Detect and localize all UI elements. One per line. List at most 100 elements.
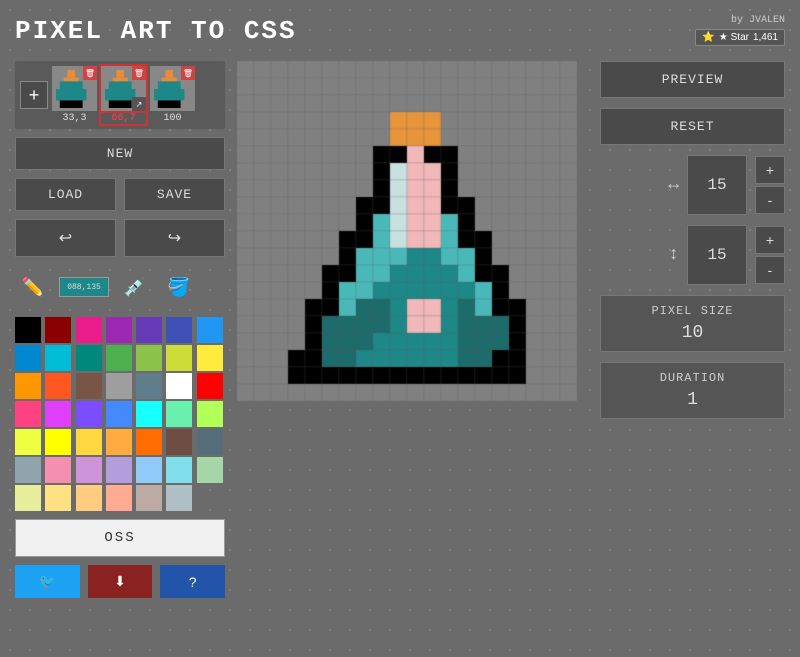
add-frame-button[interactable]: + xyxy=(20,81,48,109)
undo-button[interactable]: ↩ xyxy=(15,219,116,257)
frame-thumb-3: 🗑 xyxy=(150,66,195,111)
color-swatch[interactable] xyxy=(166,373,192,399)
frame-item-1[interactable]: 🗑 33,3 xyxy=(52,66,97,124)
new-button[interactable]: NEW xyxy=(15,137,225,170)
oss-button[interactable]: OSS xyxy=(15,519,225,557)
color-swatch[interactable] xyxy=(136,429,162,455)
frame-delete-3[interactable]: 🗑 xyxy=(181,66,195,80)
color-swatch[interactable] xyxy=(197,373,223,399)
content-area: + 🗑 33,3 xyxy=(15,61,785,598)
reset-button[interactable]: RESET xyxy=(600,108,785,145)
color-swatch[interactable] xyxy=(15,317,41,343)
color-swatch[interactable] xyxy=(15,457,41,483)
color-swatch[interactable] xyxy=(45,401,71,427)
color-swatch[interactable] xyxy=(136,457,162,483)
color-swatch[interactable] xyxy=(15,429,41,455)
color-swatch[interactable] xyxy=(136,317,162,343)
color-swatch[interactable] xyxy=(15,485,41,511)
frame-thumb-1: 🗑 xyxy=(52,66,97,111)
color-swatch[interactable] xyxy=(76,373,102,399)
width-buttons: + - xyxy=(755,156,785,214)
frame-thumb-2: 🗑 ↗ xyxy=(101,66,146,111)
color-swatch[interactable] xyxy=(166,457,192,483)
frame-delete-2[interactable]: 🗑 xyxy=(132,66,146,80)
author-text: by JVALEN xyxy=(731,15,785,26)
width-inc-button[interactable]: + xyxy=(755,156,785,184)
color-swatch[interactable] xyxy=(15,345,41,371)
star-label: ★ Star xyxy=(719,32,749,43)
color-swatch[interactable] xyxy=(197,401,223,427)
color-value: 088,135 xyxy=(67,283,101,292)
eyedropper-tool[interactable]: 💉 xyxy=(117,269,153,305)
color-palette xyxy=(15,317,225,511)
pixel-size-label: Pixel Size xyxy=(651,304,733,318)
color-swatch[interactable] xyxy=(76,345,102,371)
color-swatch[interactable] xyxy=(106,373,132,399)
height-inc-button[interactable]: + xyxy=(755,226,785,254)
color-swatch[interactable] xyxy=(136,373,162,399)
pencil-tool[interactable]: ✏️ xyxy=(15,269,51,305)
undo-redo-row: ↩ ↪ xyxy=(15,219,225,257)
load-button[interactable]: LOAD xyxy=(15,178,116,211)
download-button[interactable]: ⬇ xyxy=(88,565,153,598)
color-swatch[interactable] xyxy=(45,457,71,483)
color-swatch[interactable] xyxy=(106,401,132,427)
width-icon: ↔ xyxy=(668,175,679,195)
color-swatch[interactable] xyxy=(136,345,162,371)
load-save-row: LOAD SAVE xyxy=(15,178,225,211)
preview-button[interactable]: PREVIEW xyxy=(600,61,785,98)
help-button[interactable]: ? xyxy=(160,565,225,598)
color-swatch[interactable] xyxy=(106,429,132,455)
color-swatch[interactable] xyxy=(106,317,132,343)
pixel-canvas-wrapper xyxy=(237,61,577,401)
color-swatch[interactable] xyxy=(45,373,71,399)
height-value: 15 xyxy=(687,225,747,285)
fill-tool[interactable]: 🪣 xyxy=(161,269,197,305)
color-swatch[interactable] xyxy=(76,457,102,483)
color-swatch[interactable] xyxy=(106,457,132,483)
tools-row: ✏️ 088,135 💉 🪣 xyxy=(15,265,225,309)
star-count: 1,461 xyxy=(753,32,778,43)
pixel-size-section: Pixel Size 10 xyxy=(600,295,785,352)
duration-label: Duration xyxy=(660,371,726,385)
twitter-button[interactable]: 🐦 xyxy=(15,565,80,598)
star-icon: ⭐ xyxy=(702,32,714,43)
color-swatch[interactable] xyxy=(166,485,192,511)
color-swatch[interactable] xyxy=(197,345,223,371)
color-swatch[interactable] xyxy=(76,317,102,343)
color-swatch[interactable] xyxy=(76,401,102,427)
star-button[interactable]: ⭐ ★ Star 1,461 xyxy=(695,29,785,46)
color-swatch[interactable] xyxy=(166,345,192,371)
color-swatch[interactable] xyxy=(197,457,223,483)
color-swatch[interactable] xyxy=(106,345,132,371)
color-swatch[interactable] xyxy=(15,401,41,427)
color-swatch[interactable] xyxy=(45,429,71,455)
height-dec-button[interactable]: - xyxy=(755,256,785,284)
redo-button[interactable]: ↪ xyxy=(124,219,225,257)
color-swatch[interactable] xyxy=(197,429,223,455)
color-swatch[interactable] xyxy=(15,373,41,399)
height-control: ↕ 15 + - xyxy=(600,225,785,285)
frame-item-2[interactable]: 🗑 ↗ 66,7 xyxy=(101,66,146,124)
frame-item-3[interactable]: 🗑 100 xyxy=(150,66,195,124)
color-swatch[interactable] xyxy=(136,401,162,427)
color-swatch[interactable] xyxy=(76,429,102,455)
color-swatch[interactable] xyxy=(45,317,71,343)
height-buttons: + - xyxy=(755,226,785,284)
frame-delete-1[interactable]: 🗑 xyxy=(83,66,97,80)
duration-value: 1 xyxy=(687,390,698,410)
color-swatch[interactable] xyxy=(197,317,223,343)
width-dec-button[interactable]: - xyxy=(755,186,785,214)
color-swatch[interactable] xyxy=(106,485,132,511)
save-button[interactable]: SAVE xyxy=(124,178,225,211)
color-swatch[interactable] xyxy=(45,485,71,511)
color-swatch[interactable] xyxy=(166,429,192,455)
frame-label-1: 33,3 xyxy=(62,113,86,124)
pixel-canvas[interactable] xyxy=(237,61,577,401)
color-swatch[interactable] xyxy=(136,485,162,511)
color-swatch[interactable] xyxy=(76,485,102,511)
color-swatch[interactable] xyxy=(45,345,71,371)
color-swatch[interactable] xyxy=(166,317,192,343)
frame-duplicate-2[interactable]: ↗ xyxy=(132,97,146,111)
color-swatch[interactable] xyxy=(166,401,192,427)
